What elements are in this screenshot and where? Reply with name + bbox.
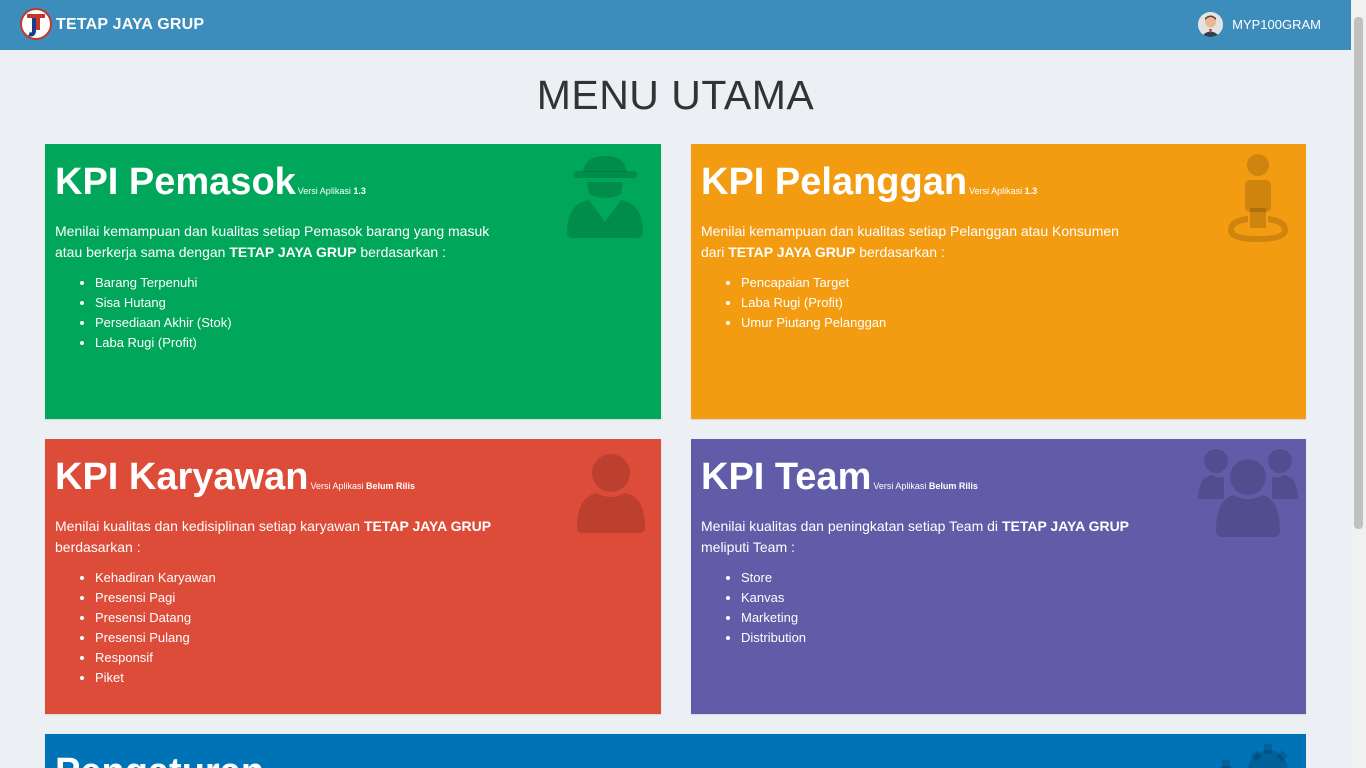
kpi-pelanggan-card[interactable]: KPI Pelanggan Versi Aplikasi 1.3 Menilai … [691, 144, 1306, 419]
list-item: Responsif [95, 648, 651, 668]
kpi-team-card[interactable]: KPI Team Versi Aplikasi Belum Rilis Menil… [691, 439, 1306, 714]
avatar [1198, 12, 1224, 37]
list-item: Presensi Datang [95, 608, 651, 628]
version-info: Versi Aplikasi 1.3 [297, 186, 366, 196]
gears-icon [1217, 744, 1288, 768]
list-item: Kanvas [741, 588, 1296, 608]
card-description: Menilai kualitas dan kedisiplinan setiap… [55, 518, 492, 555]
card-description: Menilai kemampuan dan kualitas setiap Pe… [55, 223, 490, 260]
list-item: Presensi Pagi [95, 588, 651, 608]
scrollbar-thumb[interactable] [1354, 17, 1363, 529]
users-icon [1198, 449, 1298, 537]
list-item: Presensi Pulang [95, 628, 651, 648]
kpi-karyawan-card[interactable]: KPI Karyawan Versi Aplikasi Belum Rilis M… [45, 439, 661, 714]
list-item: Store [741, 568, 1296, 588]
username: MYP100GRAM [1232, 17, 1321, 32]
page-title: MENU UTAMA [536, 72, 815, 118]
version-info: Versi Aplikasi Belum Rilis [873, 481, 978, 491]
list-item: Marketing [741, 608, 1296, 628]
card-title: KPI Pelanggan Versi Aplikasi 1.3 [701, 161, 1038, 203]
card-title: KPI Pemasok Versi Aplikasi 1.3 [55, 161, 366, 203]
page-scrollbar[interactable] [1351, 0, 1366, 768]
card-title: KPI Karyawan Versi Aplikasi Belum Rilis [55, 456, 416, 498]
user-menu[interactable]: MYP100GRAM [1198, 12, 1321, 37]
list-item: Laba Rugi (Profit) [95, 333, 651, 353]
pengaturan-card[interactable]: Pengaturan [45, 734, 1306, 768]
list-item: Persediaan Akhir (Stok) [95, 313, 651, 333]
list-item: Distribution [741, 628, 1296, 648]
version-info: Versi Aplikasi 1.3 [969, 186, 1038, 196]
brand-name: TETAP JAYA GRUP [56, 16, 205, 33]
criteria-list: Barang Terpenuhi Sisa Hutang Persediaan … [95, 273, 651, 353]
brand-link[interactable]: TETAP JAYA GRUP [20, 5, 204, 45]
card-description: Menilai kemampuan dan kualitas setiap Pe… [701, 223, 1119, 260]
card-title: Pengaturan [55, 750, 1296, 768]
criteria-list: Pencapaian Target Laba Rugi (Profit) Umu… [741, 273, 1296, 333]
list-item: Laba Rugi (Profit) [741, 293, 1296, 313]
list-item: Barang Terpenuhi [95, 273, 651, 293]
list-item: Sisa Hutang [95, 293, 651, 313]
criteria-list: Kehadiran Karyawan Presensi Pagi Presens… [95, 568, 651, 688]
kpi-pemasok-card[interactable]: KPI Pemasok Versi Aplikasi 1.3 Menilai ke… [45, 144, 661, 419]
street-view-icon [1228, 154, 1288, 242]
company-logo [20, 8, 52, 40]
spy-icon [567, 156, 643, 238]
top-navbar: TETAP JAYA GRUP MYP100GRAM [0, 0, 1351, 50]
list-item: Piket [95, 668, 651, 688]
user-icon [577, 454, 645, 533]
list-item: Umur Piutang Pelanggan [741, 313, 1296, 333]
card-description: Menilai kualitas dan peningkatan setiap … [701, 518, 1130, 555]
version-info: Versi Aplikasi Belum Rilis [310, 481, 416, 491]
list-item: Pencapaian Target [741, 273, 1296, 293]
criteria-list: Store Kanvas Marketing Distribution [741, 568, 1296, 648]
list-item: Kehadiran Karyawan [95, 568, 651, 588]
